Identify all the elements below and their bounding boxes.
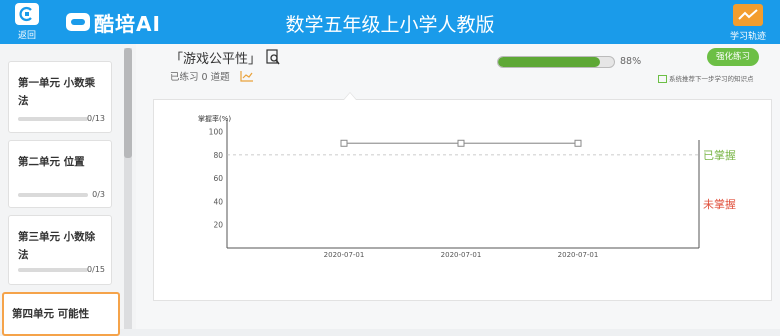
unit-card-4[interactable]: 第四单元 可能性 <box>2 292 120 336</box>
top-bar: 返回 酷培AI 数学五年级上小学人教版 学习轨迹 <box>0 0 780 44</box>
panel-notch-inner <box>344 93 356 100</box>
y-tick-label: 20 <box>213 221 223 230</box>
unit-progress-bar <box>18 193 88 197</box>
unit-card-3[interactable]: 第三单元 小数除法 0/15 <box>8 215 112 285</box>
recommend-hint: 系统推荐下一步学习的知识点 <box>658 73 754 83</box>
learning-track-button[interactable]: 学习轨迹 <box>726 4 770 42</box>
sidebar-scrollbar[interactable] <box>124 48 132 329</box>
y-tick-label: 80 <box>213 151 223 160</box>
mastery-chart-panel: 掌握率(%) 20 40 60 80 100 2020-07-01 2020-07-01 202… <box>153 99 772 301</box>
hint-icon <box>658 75 667 83</box>
unit-progress-bar <box>18 268 88 272</box>
y-tick-label: 100 <box>209 128 224 137</box>
y-tick-label: 60 <box>213 174 223 183</box>
search-icon[interactable] <box>266 49 280 69</box>
strengthen-practice-button[interactable]: 强化练习 <box>707 48 759 66</box>
legend-mastered: 已掌握 <box>703 148 736 162</box>
learning-track-label: 学习轨迹 <box>729 32 766 42</box>
x-tick-label: 2020-07-01 <box>558 251 599 259</box>
practiced-count: 已练习 0 道题 <box>170 72 230 83</box>
unit-count: 0/3 <box>92 190 105 199</box>
unit-title: 第三单元 小数除法 <box>18 231 96 261</box>
y-tick-label: 40 <box>213 197 223 206</box>
unit-count: 0/13 <box>87 114 105 123</box>
x-tick-label: 2020-07-01 <box>441 251 482 259</box>
trend-icon <box>733 4 763 26</box>
mastery-percent: 88% <box>620 56 642 67</box>
unit-progress-bar <box>18 117 88 121</box>
chart-icon <box>240 67 254 86</box>
unit-title: 第一单元 小数乘法 <box>18 77 96 107</box>
quiz-title: 「游戏公平性」 <box>170 52 262 67</box>
quiz-header: 「游戏公平性」 已练习 0 道题 88% 强化练习 系统推荐下一步学习的知识点 <box>152 48 772 98</box>
hint-text: 系统推荐下一步学习的知识点 <box>669 75 754 83</box>
mastery-progress-fill <box>498 57 601 67</box>
unit-title: 第二单元 位置 <box>18 156 85 168</box>
y-axis-label: 掌握率(%) <box>198 114 231 123</box>
legend-not-mastered: 未掌握 <box>703 197 736 211</box>
page-title: 数学五年级上小学人教版 <box>285 14 495 36</box>
mastery-progress-bar <box>497 56 615 68</box>
data-point <box>574 139 582 147</box>
data-point <box>457 139 465 147</box>
unit-count: 0/15 <box>87 265 105 274</box>
unit-card-1[interactable]: 第一单元 小数乘法 0/13 <box>8 61 112 133</box>
unit-title: 第四单元 可能性 <box>12 308 90 320</box>
unit-card-2[interactable]: 第二单元 位置 0/3 <box>8 140 112 208</box>
mastery-chart: 掌握率(%) 20 40 60 80 100 2020-07-01 2020-07-01 202… <box>198 114 736 259</box>
data-point <box>340 139 348 147</box>
x-tick-label: 2020-07-01 <box>324 251 365 259</box>
scrollbar-thumb[interactable] <box>124 48 132 158</box>
